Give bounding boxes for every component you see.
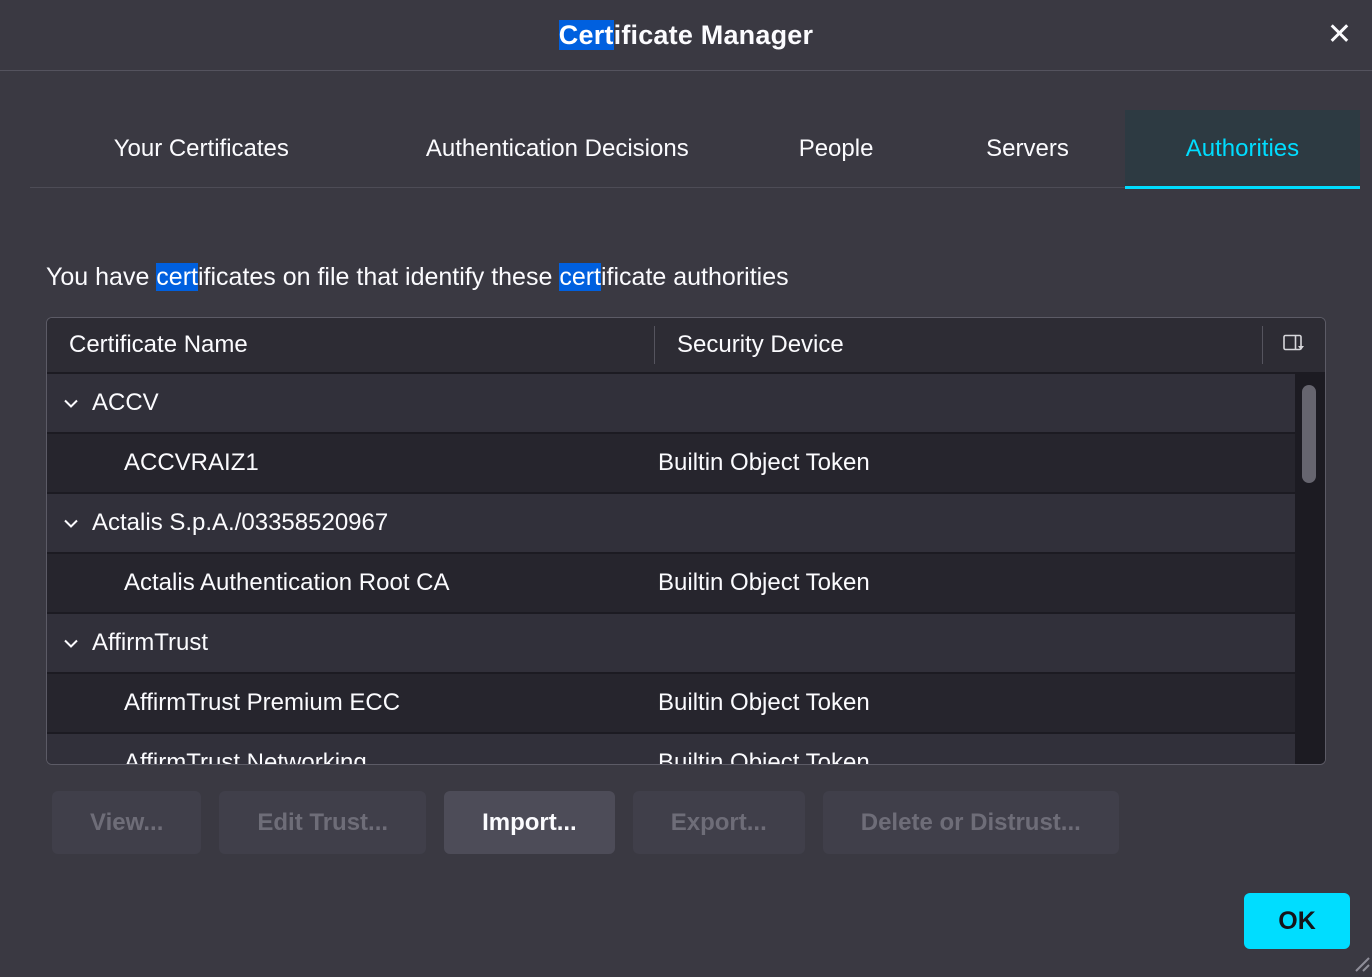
chevron-down-icon[interactable]	[64, 519, 78, 528]
find-highlight: Cert	[559, 20, 614, 50]
certificate-name: ACCVRAIZ1	[124, 449, 259, 477]
find-highlight: cert	[156, 263, 198, 291]
find-highlight: cert	[559, 263, 601, 291]
description-text: You have	[46, 263, 156, 291]
table-header: Certificate Name Security Device	[47, 318, 1325, 374]
tab-authorities[interactable]: Authorities	[1125, 110, 1360, 187]
chevron-down-icon[interactable]	[64, 639, 78, 648]
certificate-name: Actalis Authentication Root CA	[124, 569, 450, 597]
tree-group-row[interactable]: Actalis S.p.A./03358520967	[47, 494, 1295, 552]
tree-cert-row[interactable]: ACCVRAIZ1 Builtin Object Token	[47, 434, 1295, 492]
tree-cert-row[interactable]: Actalis Authentication Root CA Builtin O…	[47, 554, 1295, 612]
page-title-text: ificate Manager	[614, 20, 814, 50]
titlebar: Certificate Manager ✕	[0, 0, 1372, 71]
page-title: Certificate Manager	[559, 20, 813, 51]
device-cell: Builtin Object Token	[654, 689, 1295, 717]
tab-authentication-decisions[interactable]: Authentication Decisions	[373, 110, 742, 187]
view-button: View...	[52, 791, 201, 854]
certificate-name: AffirmTrust Premium ECC	[124, 689, 400, 717]
tab-bar: Your Certificates Authentication Decisio…	[30, 110, 1360, 188]
resize-grip-icon[interactable]	[1348, 950, 1370, 972]
description: You have certificates on file that ident…	[46, 263, 789, 292]
export-button: Export...	[633, 791, 805, 854]
import-button[interactable]: Import...	[444, 791, 615, 854]
tree-group-row[interactable]: AffirmTrust	[47, 614, 1295, 672]
tab-people[interactable]: People	[742, 110, 930, 187]
column-header-certificate-name[interactable]: Certificate Name	[47, 318, 654, 372]
tree-group-row[interactable]: ACCV	[47, 374, 1295, 432]
description-text: ificate authorities	[601, 263, 789, 291]
device-cell: Builtin Object Token	[654, 749, 1295, 764]
group-name: Actalis S.p.A./03358520967	[92, 509, 388, 537]
ok-button[interactable]: OK	[1244, 893, 1350, 949]
group-name: AffirmTrust	[92, 629, 208, 657]
column-header-security-device[interactable]: Security Device	[655, 318, 1262, 372]
tab-your-certificates[interactable]: Your Certificates	[30, 110, 373, 187]
tab-servers[interactable]: Servers	[930, 110, 1125, 187]
tree-cert-row[interactable]: AffirmTrust Premium ECC Builtin Object T…	[47, 674, 1295, 732]
action-button-row: View... Edit Trust... Import... Export..…	[52, 791, 1119, 854]
scrollbar-thumb[interactable]	[1302, 385, 1316, 483]
certificate-tree: Certificate Name Security Device ACCV	[46, 317, 1326, 765]
group-name: ACCV	[92, 389, 159, 417]
edit-trust-button: Edit Trust...	[219, 791, 426, 854]
column-picker-icon	[1283, 331, 1305, 359]
close-icon[interactable]: ✕	[1327, 20, 1352, 50]
device-cell: Builtin Object Token	[654, 449, 1295, 477]
table-body: ACCV ACCVRAIZ1 Builtin Object Token Acta…	[47, 374, 1295, 764]
certificate-manager-dialog: { "colors": { "accent": "#00ddff", "high…	[0, 0, 1372, 974]
device-cell: Builtin Object Token	[654, 569, 1295, 597]
scrollbar-track[interactable]	[1295, 376, 1325, 764]
tree-cert-row[interactable]: AffirmTrust Networking Builtin Object To…	[47, 734, 1295, 764]
chevron-down-icon[interactable]	[64, 399, 78, 408]
certificate-name: AffirmTrust Networking	[124, 749, 367, 764]
delete-distrust-button: Delete or Distrust...	[823, 791, 1119, 854]
description-text: ificates on file that identify these	[198, 263, 559, 291]
column-picker-button[interactable]	[1263, 318, 1325, 372]
